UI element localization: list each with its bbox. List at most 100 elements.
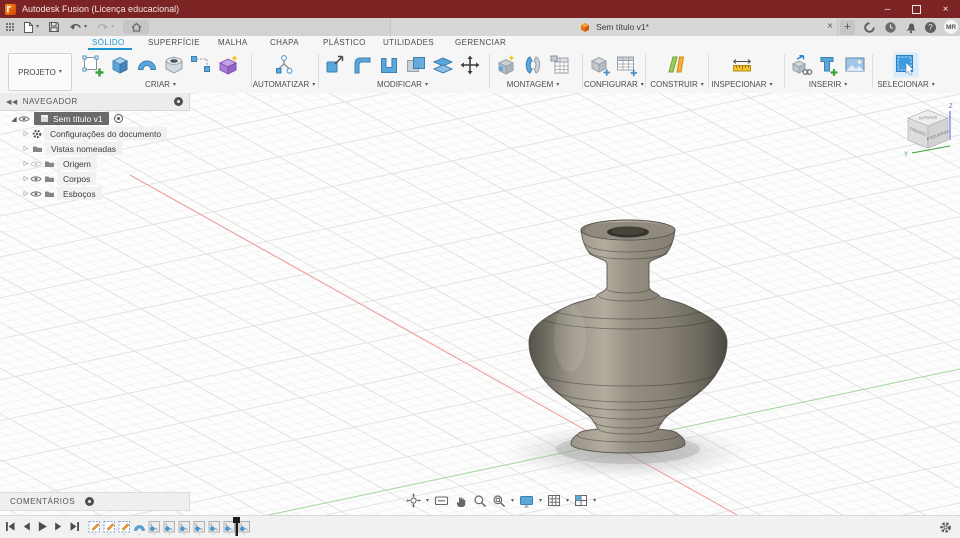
tab-utilidades[interactable]: UTILIDADES — [383, 38, 434, 47]
tab-gerenciar[interactable]: GERENCIAR — [455, 38, 506, 47]
look-at-icon[interactable] — [434, 494, 449, 507]
timeline-fillet-feature[interactable] — [163, 520, 176, 535]
pan-hand-icon[interactable] — [454, 494, 468, 508]
undo-button[interactable]: ▾ — [69, 22, 87, 33]
notifications-bell-icon[interactable] — [905, 21, 917, 34]
tree-item-origin[interactable]: ▷ Origem — [0, 157, 167, 170]
comments-panel[interactable]: COMENTÁRIOS — [0, 492, 190, 511]
configure-button[interactable] — [587, 52, 613, 78]
configuration-table-button[interactable] — [614, 52, 640, 78]
extrude-button[interactable] — [107, 52, 133, 78]
modificar-dropdown[interactable]: MODIFICAR ▾ — [377, 80, 428, 89]
document-tab[interactable]: Sem título v1* × — [390, 18, 838, 36]
expand-icon[interactable]: ▷ — [22, 130, 30, 137]
panel-options-icon[interactable] — [85, 497, 95, 506]
select-button[interactable] — [893, 52, 919, 78]
navigator-header[interactable]: ◀◀ NAVEGADOR — [0, 93, 190, 111]
minimize-button[interactable]: – — [873, 0, 902, 18]
viewports-dropdown-caret[interactable]: ▾ — [593, 498, 596, 504]
tree-root-row[interactable]: ◢ Sem título v1 — [0, 112, 167, 125]
eye-icon[interactable] — [30, 175, 42, 183]
viewports-icon[interactable] — [574, 494, 588, 507]
display-dropdown-caret[interactable]: ▾ — [539, 498, 542, 504]
canvas-button[interactable] — [842, 52, 868, 78]
insert-derive-button[interactable] — [788, 52, 814, 78]
criar-dropdown[interactable]: CRIAR ▾ — [145, 80, 176, 89]
automatizar-dropdown[interactable]: AUTOMATIZAR ▾ — [253, 80, 316, 89]
fillet-button[interactable] — [349, 52, 375, 78]
orbit-dropdown-caret[interactable]: ▾ — [426, 498, 429, 504]
timeline-sketch-feature[interactable] — [103, 520, 116, 535]
eye-icon[interactable] — [30, 160, 42, 168]
tree-item-named-views[interactable]: ▷ Vistas nomeadas — [0, 142, 167, 155]
view-cube[interactable]: SUPERIOR FRENTE ESQUERDA Z Y — [898, 101, 958, 159]
orbit-icon[interactable] — [406, 493, 421, 508]
inspecionar-dropdown[interactable]: INSPECIONAR ▾ — [711, 80, 772, 89]
help-icon[interactable]: ? — [925, 21, 936, 33]
go-to-start-button[interactable] — [5, 521, 16, 532]
measure-button[interactable] — [729, 52, 755, 78]
timeline-fillet-feature[interactable] — [178, 520, 191, 535]
new-component-button[interactable] — [493, 52, 519, 78]
eye-icon[interactable] — [30, 190, 42, 198]
home-button[interactable] — [123, 20, 150, 34]
timeline-fillet-feature[interactable] — [193, 520, 206, 535]
inserir-dropdown[interactable]: INSERIR ▾ — [809, 80, 847, 89]
joint-button[interactable] — [520, 52, 546, 78]
expand-icon[interactable]: ▷ — [22, 175, 30, 182]
timeline-sketch-feature[interactable] — [118, 520, 131, 535]
create-form-button[interactable] — [215, 52, 241, 78]
tab-solido[interactable]: SÓLIDO — [92, 38, 125, 47]
configurar-dropdown[interactable]: CONFIGURAR ▾ — [584, 80, 644, 89]
timeline-playhead[interactable] — [233, 517, 241, 537]
play-button[interactable] — [37, 521, 48, 532]
insert-fastener-button[interactable] — [815, 52, 841, 78]
selecionar-dropdown[interactable]: SELECIONAR ▾ — [877, 80, 935, 89]
press-pull-button[interactable] — [322, 52, 348, 78]
grid-dropdown-caret[interactable]: ▾ — [566, 498, 569, 504]
file-menu-button[interactable]: ▾ — [23, 21, 39, 34]
hole-button[interactable] — [161, 52, 187, 78]
fit-dropdown-caret[interactable]: ▾ — [511, 498, 514, 504]
tab-chapa[interactable]: CHAPA — [270, 38, 299, 47]
tab-plastico[interactable]: PLÁSTICO — [323, 38, 366, 47]
close-button[interactable]: × — [931, 0, 960, 18]
timeline-fillet-feature[interactable] — [208, 520, 221, 535]
step-forward-button[interactable] — [54, 521, 63, 532]
grid-settings-icon[interactable] — [547, 494, 561, 507]
construct-plane-button[interactable] — [664, 52, 690, 78]
tree-item-sketches[interactable]: ▷ Esboços — [0, 187, 167, 200]
automate-button[interactable] — [271, 52, 297, 78]
timeline-revolve-feature[interactable] — [133, 520, 146, 535]
expand-icon[interactable]: ▷ — [22, 190, 30, 197]
move-button[interactable] — [457, 52, 483, 78]
expand-icon[interactable]: ▷ — [22, 160, 30, 167]
app-grid-icon[interactable] — [6, 23, 14, 31]
tree-item-doc-settings[interactable]: ▷ Configurações do documento — [0, 127, 168, 140]
go-to-end-button[interactable] — [69, 521, 80, 532]
ground-target-icon[interactable] — [113, 113, 124, 124]
shell-button[interactable] — [376, 52, 402, 78]
eye-icon[interactable] — [18, 115, 30, 123]
zoom-icon[interactable] — [473, 494, 487, 508]
job-status-icon[interactable] — [884, 21, 897, 34]
display-settings-icon[interactable] — [519, 494, 534, 508]
bom-button[interactable] — [547, 52, 573, 78]
expand-icon[interactable]: ▷ — [22, 145, 30, 152]
tab-close-icon[interactable]: × — [827, 20, 833, 34]
redo-button[interactable]: ▾ — [96, 22, 114, 33]
panel-options-icon[interactable] — [174, 97, 183, 106]
extensions-icon[interactable] — [863, 21, 876, 34]
tab-malha[interactable]: MALHA — [218, 38, 248, 47]
fit-view-icon[interactable] — [492, 494, 506, 508]
create-sketch-button[interactable] — [80, 52, 106, 78]
revolve-button[interactable] — [134, 52, 160, 78]
montagem-dropdown[interactable]: MONTAGEM ▾ — [507, 80, 560, 89]
root-document-item[interactable]: Sem título v1 — [34, 112, 109, 125]
new-tab-button[interactable]: + — [840, 19, 855, 35]
construir-dropdown[interactable]: CONSTRUIR ▾ — [650, 80, 704, 89]
tree-item-bodies[interactable]: ▷ Corpos — [0, 172, 167, 185]
user-avatar[interactable]: MR — [944, 20, 958, 34]
tab-superficie[interactable]: SUPERFÍCIE — [148, 38, 200, 47]
expand-icon[interactable]: ◢ — [10, 115, 18, 123]
